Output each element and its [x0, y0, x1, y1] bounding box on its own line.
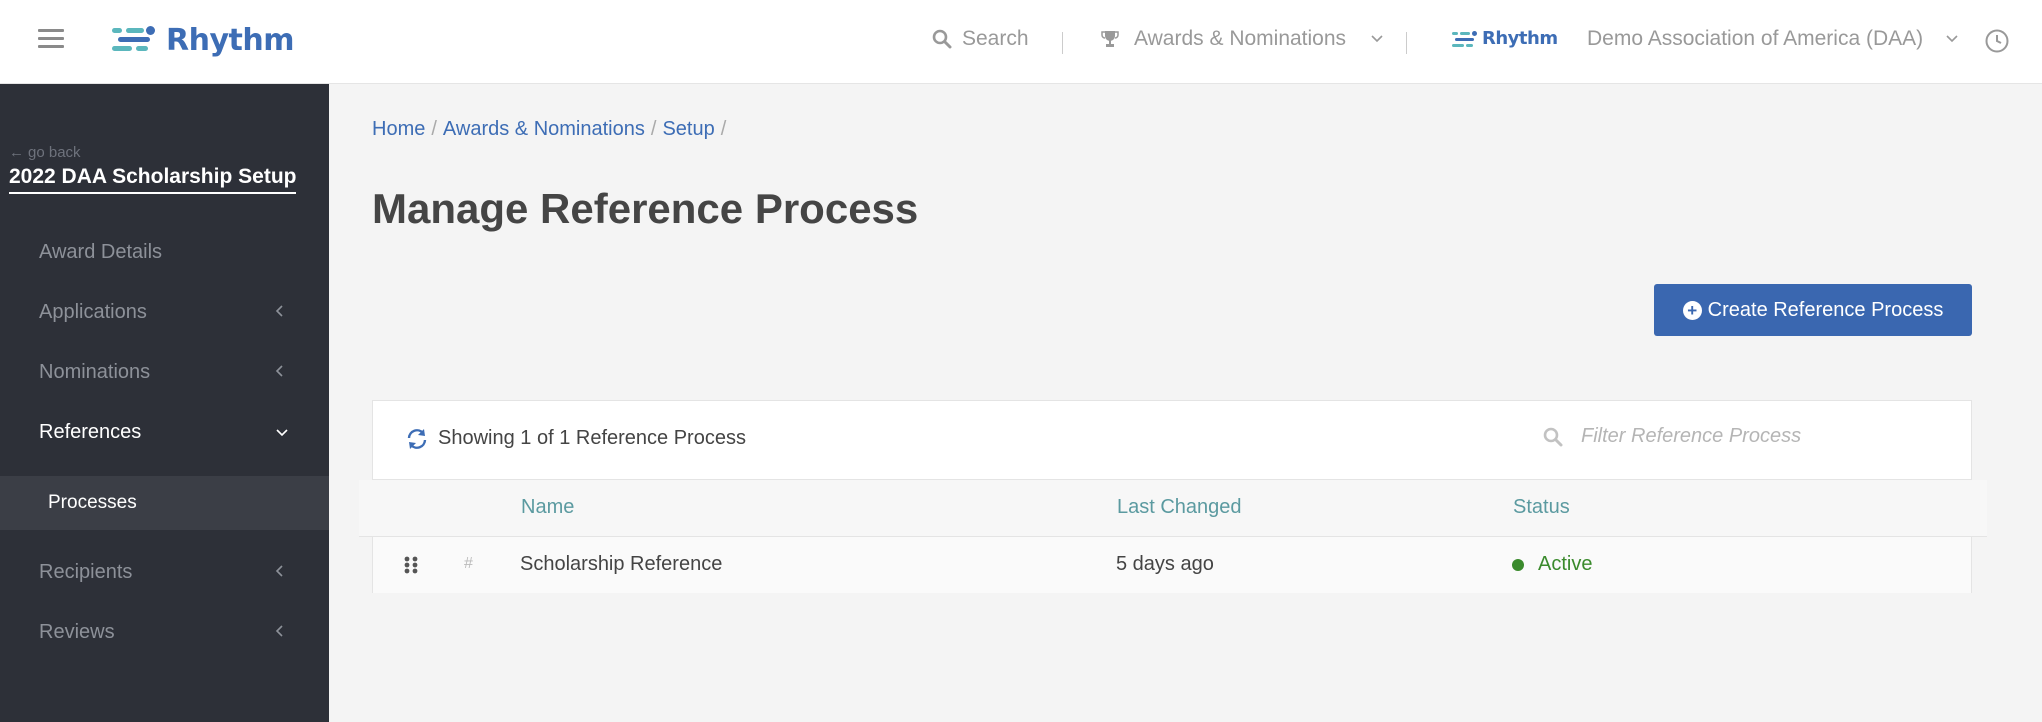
create-button-label: Create Reference Process	[1707, 298, 1944, 321]
breadcrumb-separator: /	[431, 118, 437, 140]
reference-process-panel: Showing 1 of 1 Reference Process Name La…	[359, 400, 1987, 593]
chevron-down-icon	[276, 429, 288, 437]
status-dot-icon	[1512, 558, 1524, 571]
setup-title[interactable]: 2022 DAA Scholarship Setup	[9, 165, 297, 194]
sidebar-item-label: Recipients	[39, 560, 133, 583]
breadcrumb-setup[interactable]: Setup	[662, 118, 714, 141]
go-back-label: go back	[28, 144, 81, 161]
sidebar-item-label: Reviews	[39, 620, 115, 643]
row-last-changed: 5 days ago	[1116, 553, 1214, 575]
secondary-brand-name: Rhythm	[1482, 28, 1558, 49]
module-switcher[interactable]: Awards & Nominations	[1100, 27, 1384, 51]
page-title: Manage Reference Process	[372, 185, 919, 232]
status-text: Active	[1538, 553, 1593, 575]
panel-header: Showing 1 of 1 Reference Process	[373, 401, 1971, 480]
organization-name: Demo Association of America (DAA)	[1587, 27, 1924, 50]
sidebar-item-label: Nominations	[39, 360, 151, 383]
table-header: Name Last Changed Status	[359, 480, 1987, 537]
chevron-down-icon	[1946, 35, 1958, 43]
breadcrumb: Home / Awards & Nominations / Setup /	[372, 118, 732, 141]
go-back-link[interactable]: ← go back	[9, 144, 81, 161]
sidebar-item-reviews[interactable]: Reviews	[0, 602, 329, 662]
sidebar-item-award-details[interactable]: Award Details	[0, 222, 329, 282]
rhythm-logo[interactable]: Rhythm	[112, 20, 294, 60]
chevron-left-icon	[275, 625, 283, 637]
module-label: Awards & Nominations	[1134, 27, 1347, 50]
sidebar-item-label: Applications	[39, 300, 147, 323]
sidebar-item-label: References	[39, 420, 142, 443]
results-count: Showing 1 of 1 Reference Process	[406, 427, 746, 450]
global-search[interactable]: Search	[932, 27, 1029, 51]
clock-icon[interactable]	[1984, 28, 2010, 59]
hamburger-menu-icon[interactable]	[38, 29, 64, 49]
sidebar-item-applications[interactable]: Applications	[0, 282, 329, 342]
showing-text: Showing 1 of 1 Reference Process	[438, 427, 746, 449]
chevron-left-icon	[275, 365, 283, 377]
trophy-icon	[1101, 31, 1119, 47]
column-header-last-changed[interactable]: Last Changed	[1117, 496, 1242, 519]
search-label: Search	[962, 27, 1029, 50]
breadcrumb-home[interactable]: Home	[372, 118, 425, 141]
sidebar-item-label: Processes	[48, 492, 137, 513]
sidebar-item-nominations[interactable]: Nominations	[0, 342, 329, 402]
breadcrumb-separator: /	[720, 118, 727, 140]
row-number: #	[464, 555, 473, 572]
divider	[1062, 32, 1063, 54]
rhythm-logo-icon	[1452, 30, 1478, 48]
chevron-down-icon	[1371, 35, 1383, 43]
search-icon	[932, 29, 952, 49]
table-row[interactable]: # Scholarship Reference 5 days ago Activ…	[373, 537, 1971, 593]
organization-switcher[interactable]: Demo Association of America (DAA)	[1587, 27, 1959, 51]
divider	[1406, 32, 1407, 54]
filter-box	[1543, 425, 1941, 448]
top-bar: Rhythm Search Awards & Nominations Rhyth…	[0, 0, 2042, 84]
search-icon	[1543, 427, 1563, 446]
sidebar: ← go back 2022 DAA Scholarship Setup Awa…	[0, 84, 329, 722]
plus-circle-icon: +	[1682, 300, 1702, 320]
breadcrumb-awards-nominations[interactable]: Awards & Nominations	[443, 118, 645, 141]
brand-name: Rhythm	[166, 22, 294, 58]
row-name[interactable]: Scholarship Reference	[520, 553, 722, 576]
status-badge: Active	[1512, 553, 1592, 576]
arrow-left-icon: ←	[9, 144, 24, 161]
drag-handle-icon[interactable]	[404, 556, 418, 574]
breadcrumb-separator: /	[650, 118, 657, 140]
column-header-status[interactable]: Status	[1513, 496, 1570, 519]
secondary-brand-logo: Rhythm	[1452, 28, 1558, 49]
sidebar-subitem-processes[interactable]: Processes	[0, 476, 329, 530]
sidebar-item-label: Award Details	[39, 240, 163, 263]
chevron-left-icon	[275, 565, 283, 577]
sidebar-item-references[interactable]: References	[0, 402, 329, 462]
filter-input[interactable]	[1581, 425, 1941, 448]
rhythm-logo-icon	[112, 25, 158, 55]
sidebar-item-recipients[interactable]: Recipients	[0, 542, 329, 602]
refresh-icon[interactable]	[406, 428, 428, 450]
chevron-left-icon	[275, 305, 283, 317]
column-header-name[interactable]: Name	[521, 496, 574, 519]
create-reference-process-button[interactable]: + Create Reference Process	[1654, 284, 1972, 336]
